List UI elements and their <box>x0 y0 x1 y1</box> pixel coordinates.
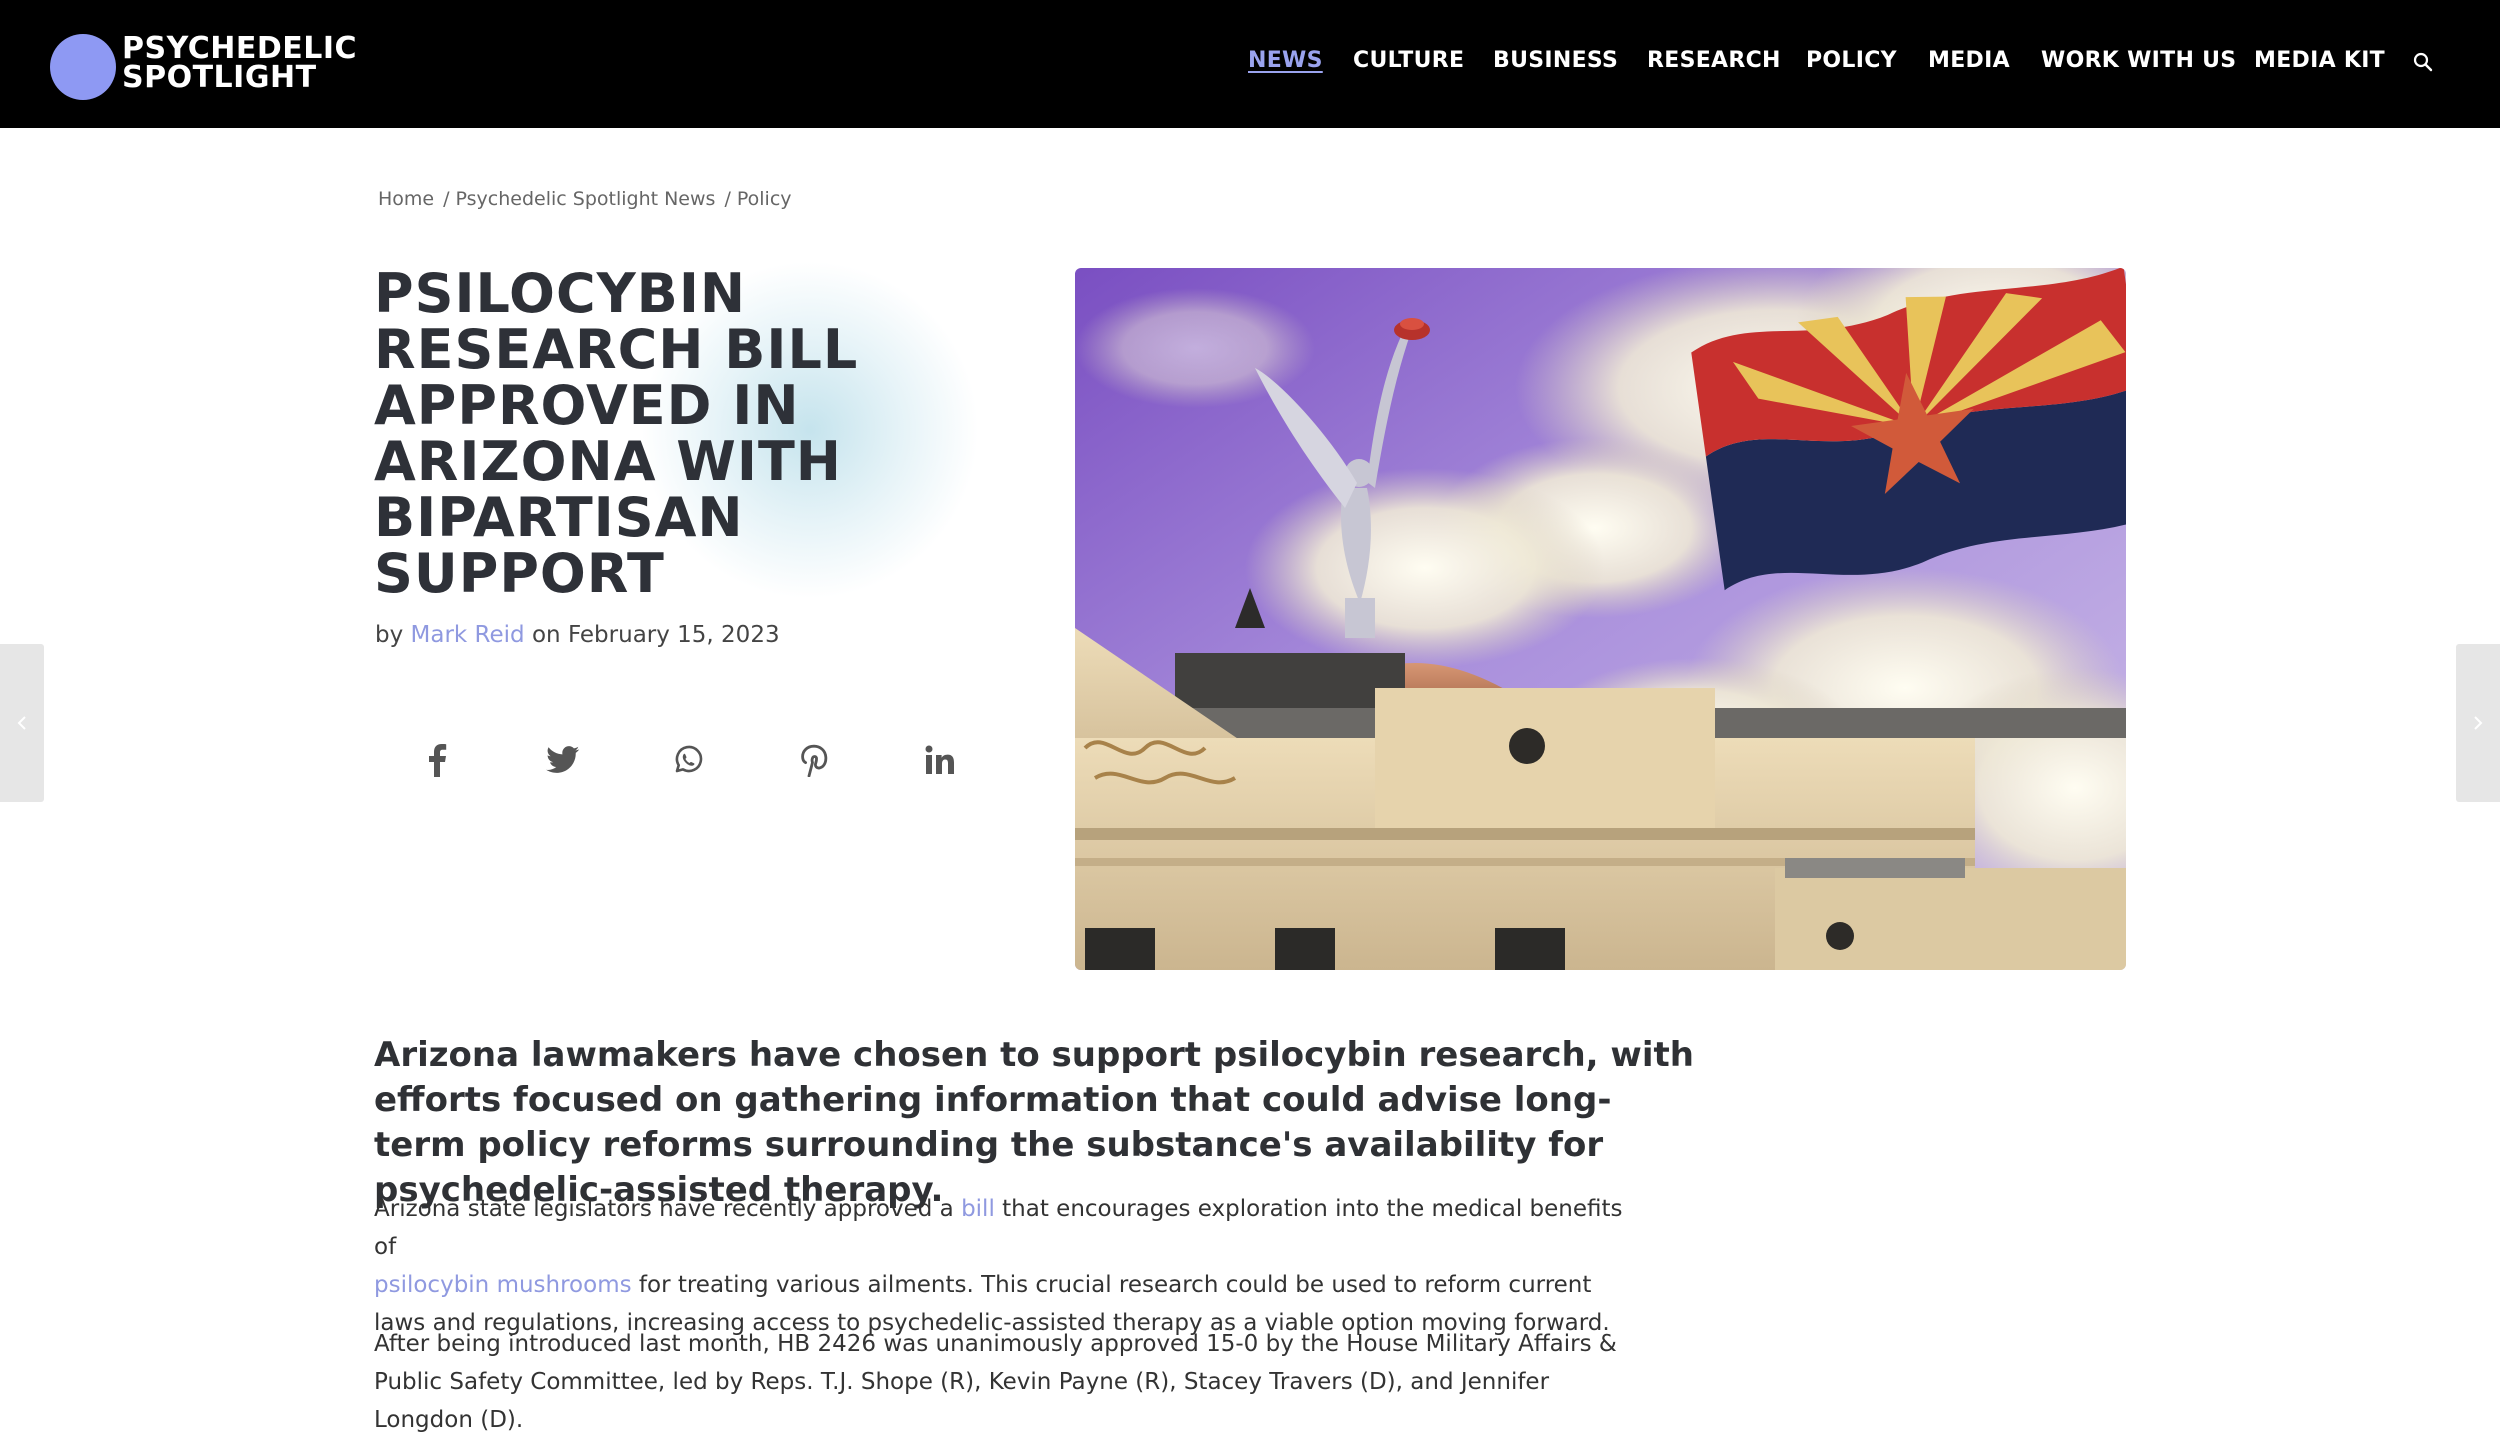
paragraph-text: Arizona state legislators have recently … <box>374 1196 962 1222</box>
main-nav: NEWS CULTURE BUSINESS RESEARCH POLICY ME… <box>0 0 2500 128</box>
breadcrumb: Home / Psychedelic Spotlight News / Policy <box>378 188 792 210</box>
nav-item-research[interactable]: RESEARCH <box>1647 48 1781 73</box>
capitol-flag-illustration <box>1075 268 2126 970</box>
chevron-right-icon <box>2474 716 2483 730</box>
linkedin-icon[interactable] <box>918 738 962 782</box>
search-icon[interactable] <box>2412 51 2434 73</box>
nav-item-media-kit[interactable]: MEDIA KIT <box>2254 48 2385 73</box>
site-header: PSYCHEDELIC SPOTLIGHT NEWS CULTURE BUSIN… <box>0 0 2500 128</box>
byline-by: by <box>375 622 404 648</box>
next-post-arrow[interactable] <box>2456 644 2500 802</box>
chevron-left-icon <box>17 716 26 730</box>
breadcrumb-news[interactable]: Psychedelic Spotlight News <box>456 188 716 210</box>
article-paragraph-2: After being introduced last month, HB 24… <box>374 1331 1617 1433</box>
nav-item-culture[interactable]: CULTURE <box>1353 48 1464 73</box>
breadcrumb-policy[interactable]: Policy <box>737 188 792 210</box>
hero-image <box>1075 268 2126 970</box>
facebook-icon[interactable] <box>415 738 459 782</box>
publish-date: February 15, 2023 <box>567 622 780 648</box>
byline-on: on <box>531 622 561 648</box>
author-link[interactable]: Mark Reid <box>411 622 525 648</box>
bill-link[interactable]: bill <box>961 1196 995 1222</box>
breadcrumb-home[interactable]: Home <box>378 188 434 210</box>
nav-item-policy[interactable]: POLICY <box>1806 48 1897 73</box>
whatsapp-icon[interactable] <box>666 738 710 782</box>
nav-item-news[interactable]: NEWS <box>1248 48 1323 73</box>
breadcrumb-separator: / <box>724 188 731 210</box>
article-title: PSILOCYBIN RESEARCH BILL APPROVED IN ARI… <box>374 262 859 605</box>
twitter-icon[interactable] <box>541 738 585 782</box>
previous-post-arrow[interactable] <box>0 644 44 802</box>
article-byline: by Mark Reid on February 15, 2023 <box>375 622 780 648</box>
nav-item-business[interactable]: BUSINESS <box>1493 48 1618 73</box>
article-paragraph-1: Arizona state legislators have recently … <box>374 1190 1644 1342</box>
article-lead: Arizona lawmakers have chosen to support… <box>374 1035 1694 1210</box>
pinterest-icon[interactable] <box>792 738 836 782</box>
nav-item-media[interactable]: MEDIA <box>1928 48 2010 73</box>
breadcrumb-separator: / <box>443 188 450 210</box>
nav-item-work-with-us[interactable]: WORK WITH US <box>2041 48 2236 73</box>
psilocybin-mushrooms-link[interactable]: psilocybin mushrooms <box>374 1272 632 1298</box>
